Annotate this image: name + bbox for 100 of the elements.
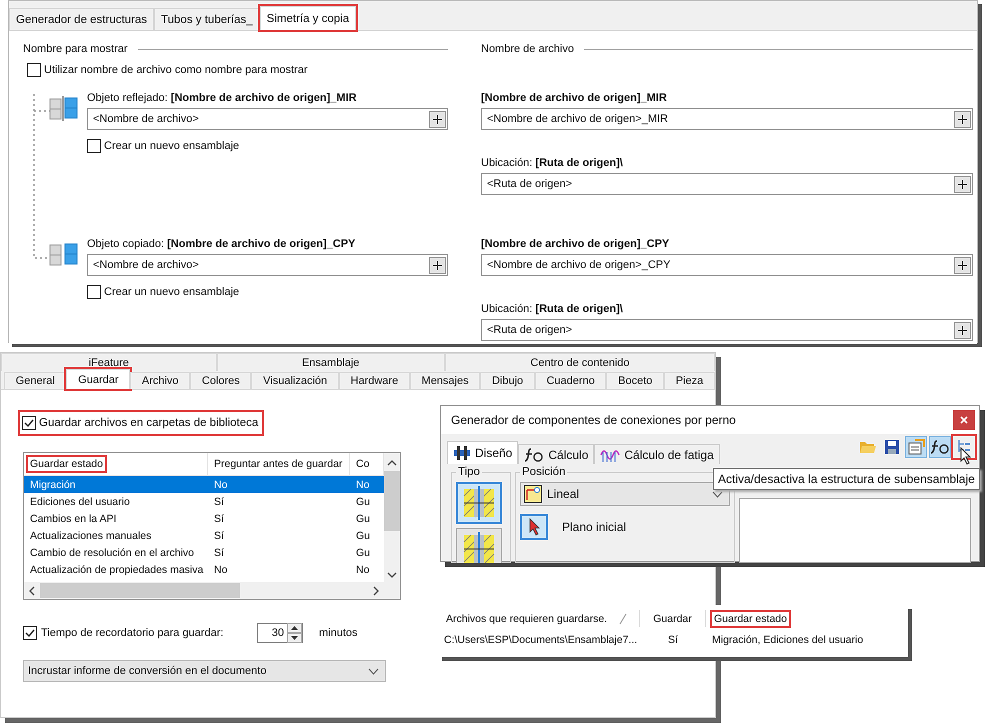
header-label: Guardar — [652, 612, 693, 626]
scroll-right-icon[interactable] — [372, 586, 380, 596]
checkbox[interactable] — [87, 285, 101, 299]
file-name-field[interactable]: <Nombre de archivo> — [87, 254, 448, 276]
tab[interactable]: Cálculo — [518, 444, 594, 464]
location-field[interactable]: <Ruta de origen> — [481, 173, 973, 195]
table-cell-text: Actualización de propiedades masiva — [29, 564, 204, 576]
mouse-pointer-icon — [960, 447, 972, 465]
tab[interactable]: Guardar — [66, 369, 130, 389]
tab[interactable]: Visualización — [251, 372, 339, 389]
placement-dropdown[interactable]: Lineal — [520, 482, 730, 506]
checkbox[interactable] — [22, 416, 36, 430]
spinner-arrows-icon[interactable] — [287, 623, 302, 643]
checkbox[interactable] — [87, 139, 101, 153]
parts-icon — [49, 241, 79, 267]
checkbox-label: Crear un nuevo ensamblaje — [104, 140, 240, 152]
add-button[interactable] — [954, 256, 971, 274]
start-plane-button[interactable] — [520, 514, 548, 540]
table-cell-text: Sí — [213, 530, 225, 542]
plus-icon — [958, 114, 967, 124]
table-row[interactable]: Cambio de resolución en el archivo Sí Gu — [24, 544, 384, 561]
folder-icon — [859, 439, 877, 455]
header-label: Preguntar antes de guardar — [213, 457, 344, 471]
table-cell-text: No — [355, 564, 370, 576]
function-icon — [524, 446, 544, 462]
tooltip: Activa/desactiva la estructura de subensamblaje — [713, 468, 980, 490]
column-header[interactable]: Preguntar antes de guardar — [208, 453, 350, 475]
tab[interactable]: Archivo — [130, 372, 190, 389]
library-folders-option[interactable]: Guardar archivos en carpetas de biblioteca — [20, 412, 262, 434]
table-cell-text: Sí — [213, 512, 225, 524]
header-label: Guardar estado — [28, 457, 105, 471]
tab[interactable]: Boceto — [606, 372, 664, 389]
scroll-up-icon[interactable] — [387, 459, 397, 467]
toolbar-button[interactable] — [929, 436, 951, 458]
function-icon — [930, 439, 950, 455]
header-label: Co — [355, 457, 370, 471]
scroll-down-icon[interactable] — [387, 571, 397, 579]
table-row[interactable]: Actualización de propiedades masiva No No — [24, 561, 384, 578]
table-cell-text: Cambios en la API — [29, 512, 118, 524]
tab[interactable]: Colores — [190, 372, 252, 389]
column-header[interactable]: Guardar estado — [24, 453, 208, 475]
table-cell-text: Gu — [355, 546, 372, 558]
table-row[interactable]: Cambios en la API Sí Gu — [24, 510, 384, 527]
tab[interactable]: Pieza — [664, 372, 715, 389]
file-name-field[interactable]: <Nombre de archivo de origen>_CPY — [481, 254, 973, 276]
tab[interactable]: General — [4, 372, 66, 389]
location-field[interactable]: <Ruta de origen> — [481, 319, 973, 341]
table-cell-text: No — [355, 478, 370, 490]
connection-type-button[interactable] — [456, 482, 502, 524]
tab[interactable]: Simetría y copia — [260, 6, 356, 30]
column-header[interactable]: Guardar estado — [706, 610, 908, 627]
add-button[interactable] — [429, 256, 446, 274]
tab[interactable]: Hardware — [338, 372, 410, 389]
document-icon — [907, 439, 925, 455]
tab[interactable]: Dibujo — [480, 372, 535, 389]
group-label: Posición — [521, 466, 566, 478]
header-label: Guardar estado — [712, 612, 789, 626]
table-row[interactable]: Migración No No — [24, 476, 384, 493]
column-header[interactable]: Guardar — [640, 610, 706, 627]
tab[interactable]: Generador de estructuras — [9, 8, 154, 30]
table-cell-text: Sí — [213, 546, 225, 558]
field-label: Objeto copiado: [Nombre de archivo de origen]_CPY — [87, 237, 356, 252]
field-label: Ubicación: [Ruta de origen]\ — [481, 156, 624, 171]
horizontal-scrollbar[interactable] — [24, 582, 384, 599]
add-button[interactable] — [429, 110, 446, 128]
add-button[interactable] — [954, 322, 971, 338]
tab[interactable]: Cuaderno — [534, 372, 606, 389]
add-button[interactable] — [954, 176, 971, 192]
table-row[interactable]: Actualizaciones manuales Sí Gu — [24, 527, 384, 544]
save-icon — [884, 439, 900, 455]
section-heading: Nombre de archivo — [481, 43, 574, 55]
tab[interactable]: Mensajes — [410, 372, 480, 389]
plus-icon — [433, 260, 442, 270]
vertical-scrollbar[interactable] — [384, 453, 400, 599]
file-name-field[interactable]: <Nombre de archivo> — [87, 108, 448, 130]
add-button[interactable] — [954, 110, 971, 128]
tab[interactable]: Tubos y tuberías_ — [154, 8, 260, 30]
bolted-joint-icon — [463, 486, 495, 520]
checkbox-label: Utilizar nombre de archivo como nombre para mostrar — [44, 64, 308, 76]
checkbox[interactable] — [23, 626, 37, 640]
table-row[interactable]: Ediciones del usuario Sí Gu — [24, 493, 384, 510]
checkbox-label: Tiempo de recordatorio para guardar: — [41, 627, 224, 639]
file-name-field[interactable]: <Nombre de archivo de origen>_MIR — [481, 108, 973, 130]
scroll-left-icon[interactable] — [28, 586, 36, 596]
close-button[interactable] — [953, 410, 975, 430]
minutes-spinner[interactable]: 30 — [257, 623, 303, 643]
column-header[interactable]: Archivos que requieren guardarse. — [444, 610, 640, 627]
checkbox[interactable] — [27, 63, 41, 77]
table-cell-text: Migración — [29, 478, 77, 490]
toolbar-button[interactable] — [953, 436, 975, 458]
checkbox-label: Crear un nuevo ensamblaje — [104, 286, 240, 298]
group-label: Tipo — [457, 466, 481, 478]
tab[interactable]: Cálculo de fatiga — [594, 444, 720, 464]
toolbar-button[interactable] — [905, 436, 927, 458]
conversion-report-dropdown[interactable]: Incrustar informe de conversión en el documento — [23, 660, 386, 682]
table-cell-text: Sí — [213, 496, 225, 508]
table-cell-text: Migración, Ediciones del usuario — [711, 632, 864, 648]
tab[interactable]: Diseño — [447, 441, 518, 464]
connection-type-button[interactable] — [456, 528, 502, 563]
field-label: [Nombre de archivo de origen]_CPY — [481, 237, 670, 252]
